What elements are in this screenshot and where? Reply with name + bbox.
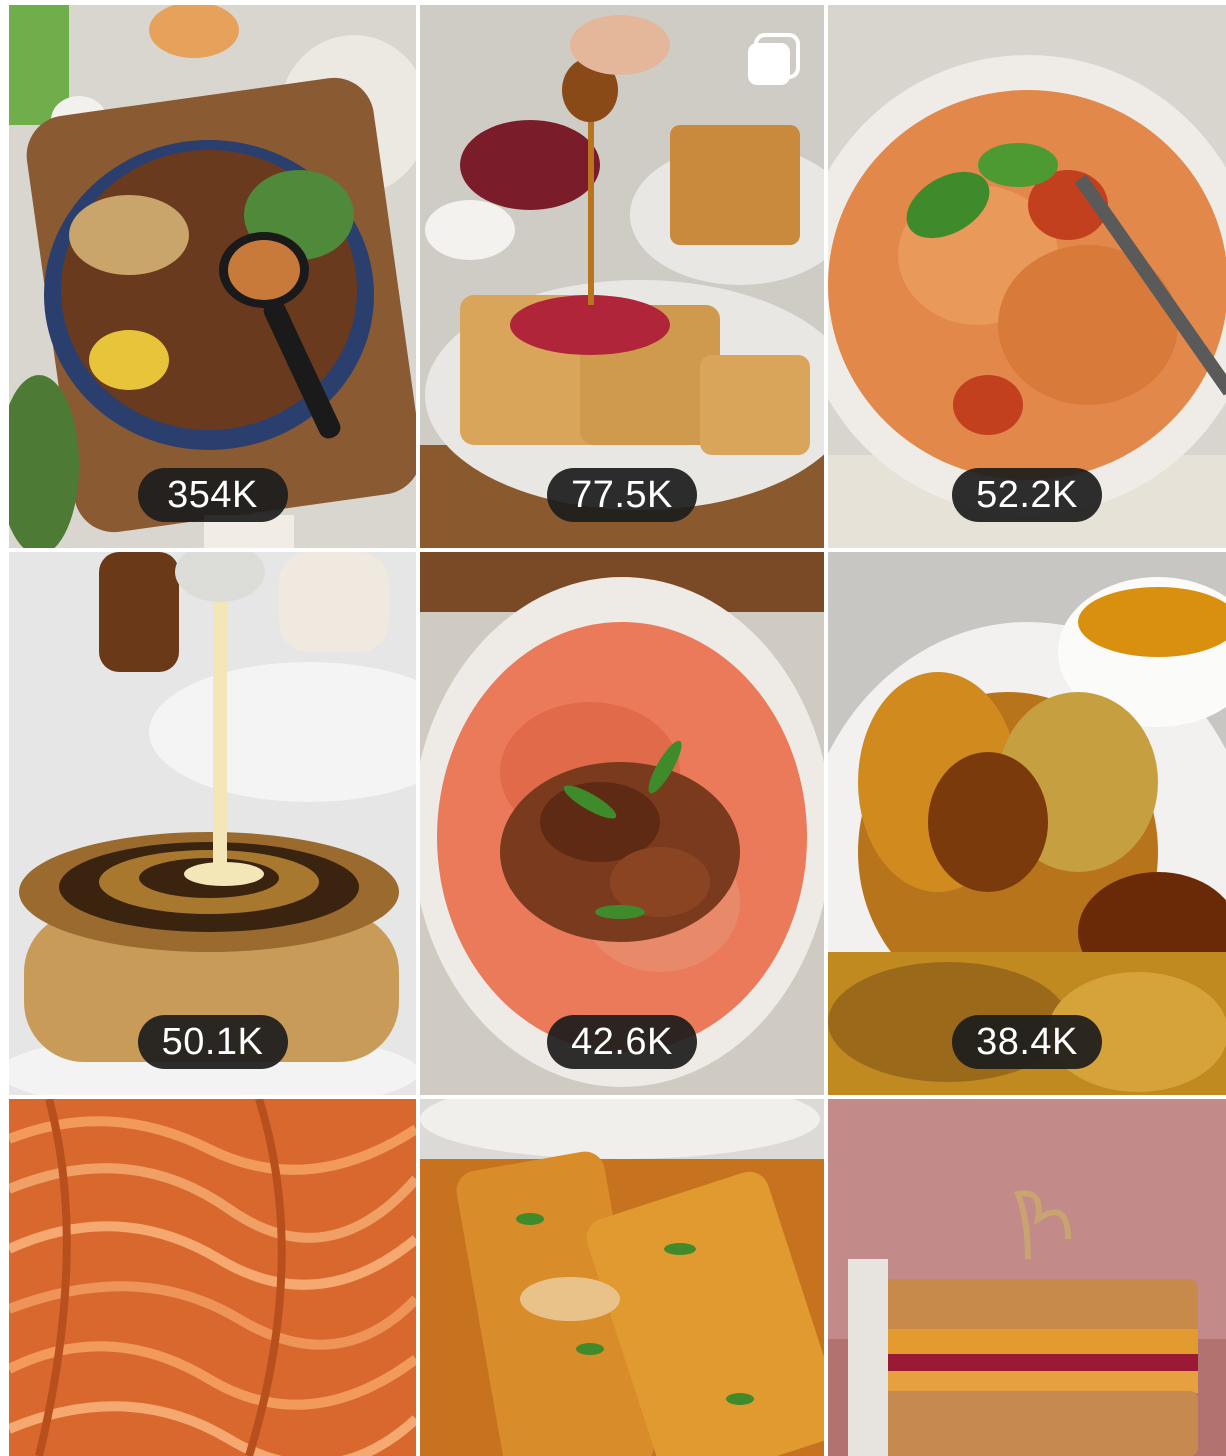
view-count-badge: 50.1K <box>137 1015 288 1069</box>
post-tile[interactable] <box>9 1099 416 1456</box>
view-count-badge: 52.2K <box>952 468 1102 522</box>
view-count-badge: 354K <box>137 468 288 522</box>
view-count-badge: 77.5K <box>547 468 697 522</box>
post-tile[interactable]: 42.6K <box>420 552 824 1095</box>
post-thumbnail <box>420 1099 824 1456</box>
post-thumbnail <box>828 552 1226 1095</box>
view-count-badge: 38.4K <box>952 1015 1102 1069</box>
post-tile[interactable] <box>420 1099 824 1456</box>
post-tile[interactable]: 77.5K <box>420 5 824 548</box>
post-tile[interactable]: 50.1K <box>9 552 416 1095</box>
carousel-icon <box>748 33 800 85</box>
post-thumbnail <box>9 1099 416 1456</box>
posts-grid: 354K 77.5K 52.2K 50.1K 42.6K 38.4K <box>9 5 1226 1456</box>
post-thumbnail <box>828 5 1226 548</box>
post-thumbnail <box>9 552 416 1095</box>
post-thumbnail <box>9 5 416 548</box>
view-count-badge: 42.6K <box>547 1015 697 1069</box>
post-tile[interactable]: 52.2K <box>828 5 1226 548</box>
post-thumbnail <box>828 1099 1226 1456</box>
post-tile[interactable]: 354K <box>9 5 416 548</box>
post-thumbnail <box>420 552 824 1095</box>
post-tile[interactable]: 38.4K <box>828 552 1226 1095</box>
post-tile[interactable] <box>828 1099 1226 1456</box>
